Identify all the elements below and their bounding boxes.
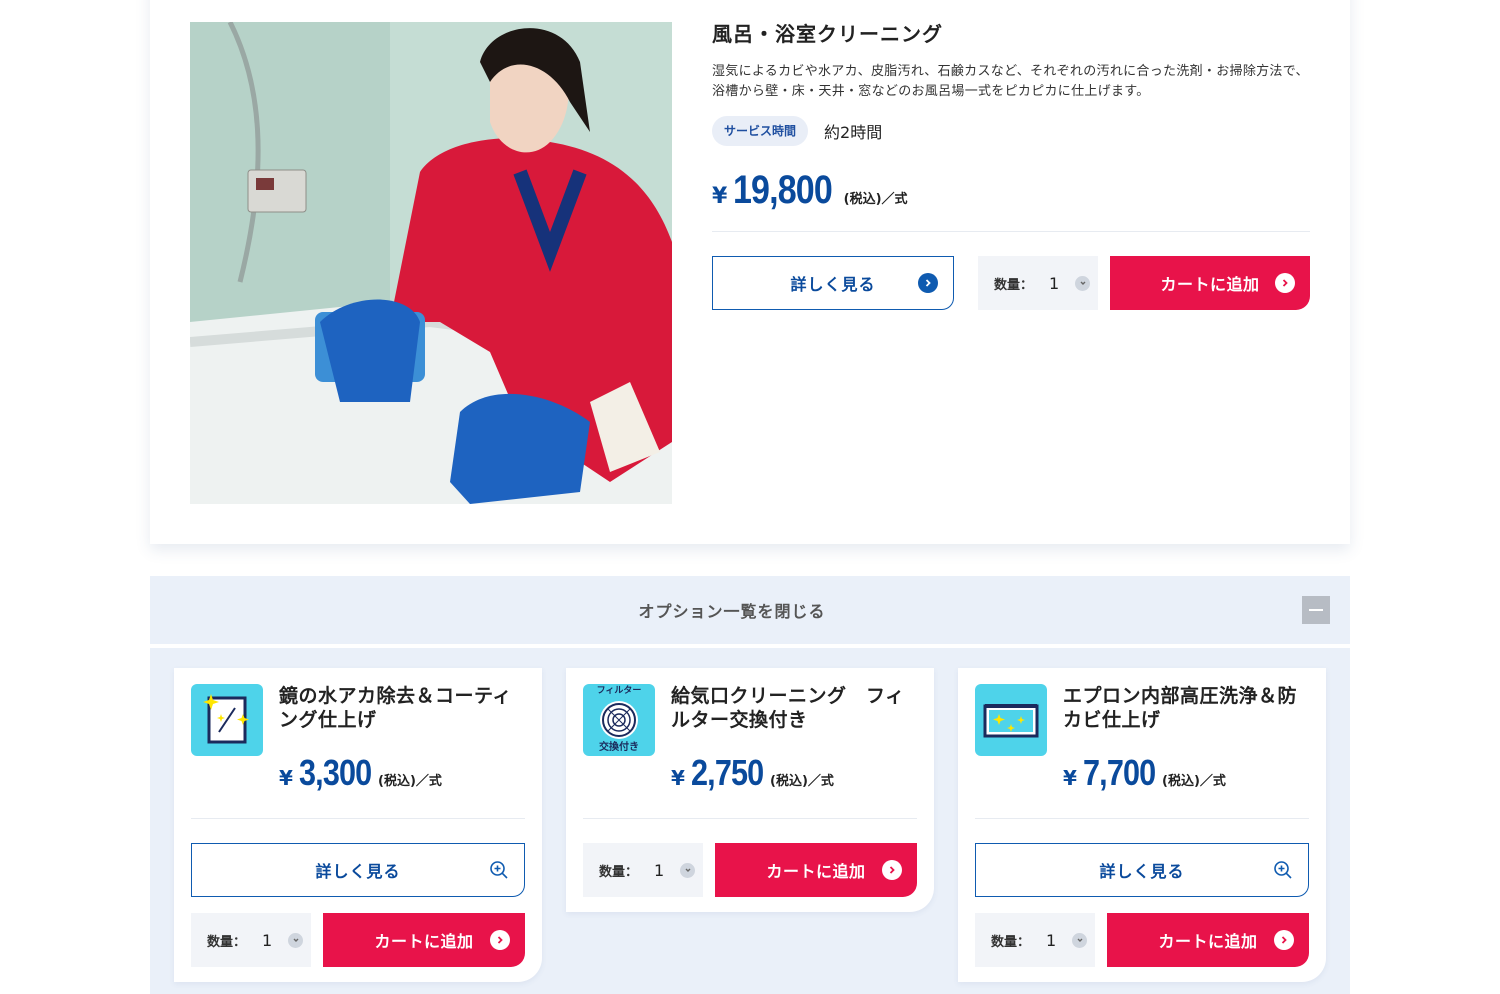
quantity-label: 数量：: [991, 934, 1031, 950]
option-card-mirror: 鏡の水アカ除去＆コーティング仕上げ ¥ 3,300 (税込)／式 詳しく見る 数…: [174, 668, 542, 982]
price-amount: 7,700: [1082, 752, 1156, 793]
service-info: 風呂・浴室クリーニング 湿気によるカビや水アカ、皮脂汚れ、石鹸カスなど、それぞれ…: [712, 20, 1310, 310]
price-amount: 19,800: [733, 168, 833, 212]
mirror-icon: [191, 684, 263, 756]
add-to-cart-label: カートに追加: [1160, 275, 1260, 294]
divider: [712, 231, 1310, 232]
chevron-right-icon: [918, 273, 938, 293]
option-card-air-vent: フィルター 交換付き 給気口クリーニング フィルター交換付き ¥ 2,750 (…: [566, 668, 934, 912]
chevron-right-icon: [1275, 273, 1295, 293]
service-description: 湿気によるカビや水アカ、皮脂汚れ、石鹸カスなど、それぞれの汚れに合った洗剤・お掃…: [712, 64, 1309, 99]
service-actions: 詳しく見る 数量： 1 カートに追加: [712, 256, 1310, 310]
zoom-in-icon: [489, 860, 509, 880]
price-suffix: (税込)／式: [378, 774, 442, 789]
currency-symbol: ¥: [712, 184, 728, 209]
add-to-cart-label: カートに追加: [374, 932, 474, 951]
service-time-row: サービス時間 約2時間: [712, 116, 1310, 146]
detail-button-label: 詳しく見る: [790, 275, 876, 294]
quantity-label: 数量：: [599, 864, 639, 880]
service-price: ¥ 19,800 (税込)／式: [712, 168, 1310, 213]
chevron-down-icon: [1075, 275, 1091, 291]
quantity-label: 数量：: [994, 277, 1034, 293]
zoom-in-icon: [1273, 860, 1293, 880]
service-photo: [190, 22, 672, 504]
add-to-cart-button[interactable]: カートに追加: [323, 913, 525, 967]
quantity-select[interactable]: 数量： 1: [978, 256, 1098, 310]
option-title: 鏡の水アカ除去＆コーティング仕上げ: [279, 685, 512, 731]
options-toggle-label: オプション一覧を閉じる: [638, 602, 826, 621]
service-time-badge: サービス時間: [712, 116, 809, 146]
add-to-cart-label: カートに追加: [766, 862, 866, 881]
option-price: ¥ 7,700 (税込)／式: [1063, 752, 1226, 794]
currency-symbol: ¥: [1063, 766, 1077, 790]
icon-bottom-text: 交換付き: [599, 742, 639, 753]
add-to-cart-button[interactable]: カートに追加: [715, 843, 917, 897]
detail-button-label: 詳しく見る: [1099, 862, 1185, 881]
service-time-value: 約2時間: [824, 123, 883, 142]
currency-symbol: ¥: [279, 766, 293, 790]
currency-symbol: ¥: [671, 766, 685, 790]
add-to-cart-button[interactable]: カートに追加: [1107, 913, 1309, 967]
service-title: 風呂・浴室クリーニング: [712, 22, 943, 46]
service-card: 風呂・浴室クリーニング 湿気によるカビや水アカ、皮脂汚れ、石鹸カスなど、それぞれ…: [150, 0, 1350, 544]
bathtub-icon: [975, 684, 1047, 756]
add-to-cart-label: カートに追加: [1158, 932, 1258, 951]
price-amount: 2,750: [690, 752, 764, 793]
price-suffix: (税込)／式: [843, 192, 908, 207]
options-toggle[interactable]: オプション一覧を閉じる: [150, 576, 1350, 644]
divider: [583, 818, 917, 819]
option-title: 給気口クリーニング フィルター交換付き: [671, 685, 905, 731]
chevron-right-icon: [1274, 930, 1294, 950]
quantity-value: 1: [654, 860, 665, 880]
quantity-select[interactable]: 数量： 1: [191, 913, 311, 967]
price-suffix: (税込)／式: [770, 774, 834, 789]
price-amount: 3,300: [298, 752, 372, 793]
option-price: ¥ 2,750 (税込)／式: [671, 752, 834, 794]
quantity-label: 数量：: [207, 934, 247, 950]
divider: [975, 818, 1309, 819]
filter-icon: フィルター 交換付き: [583, 684, 655, 756]
options-list: 鏡の水アカ除去＆コーティング仕上げ ¥ 3,300 (税込)／式 詳しく見る 数…: [150, 648, 1350, 994]
quantity-value: 1: [262, 930, 273, 950]
price-suffix: (税込)／式: [1162, 774, 1226, 789]
add-to-cart-button[interactable]: カートに追加: [1110, 256, 1310, 310]
quantity-value: 1: [1046, 930, 1057, 950]
chevron-down-icon: [680, 862, 696, 878]
chevron-down-icon: [1072, 932, 1088, 948]
detail-button[interactable]: 詳しく見る: [712, 256, 954, 310]
option-price: ¥ 3,300 (税込)／式: [279, 752, 442, 794]
detail-button[interactable]: 詳しく見る: [975, 843, 1309, 897]
quantity-select[interactable]: 数量： 1: [975, 913, 1095, 967]
quantity-value: 1: [1049, 273, 1060, 293]
chevron-right-icon: [490, 930, 510, 950]
minus-icon[interactable]: [1302, 596, 1330, 624]
detail-button[interactable]: 詳しく見る: [191, 843, 525, 897]
chevron-right-icon: [882, 860, 902, 880]
divider: [191, 818, 525, 819]
option-title: エプロン内部高圧洗浄＆防カビ仕上げ: [1063, 685, 1298, 731]
detail-button-label: 詳しく見る: [315, 862, 401, 881]
chevron-down-icon: [288, 932, 304, 948]
option-card-apron: エプロン内部高圧洗浄＆防カビ仕上げ ¥ 7,700 (税込)／式 詳しく見る 数…: [958, 668, 1326, 982]
quantity-select[interactable]: 数量： 1: [583, 843, 703, 897]
